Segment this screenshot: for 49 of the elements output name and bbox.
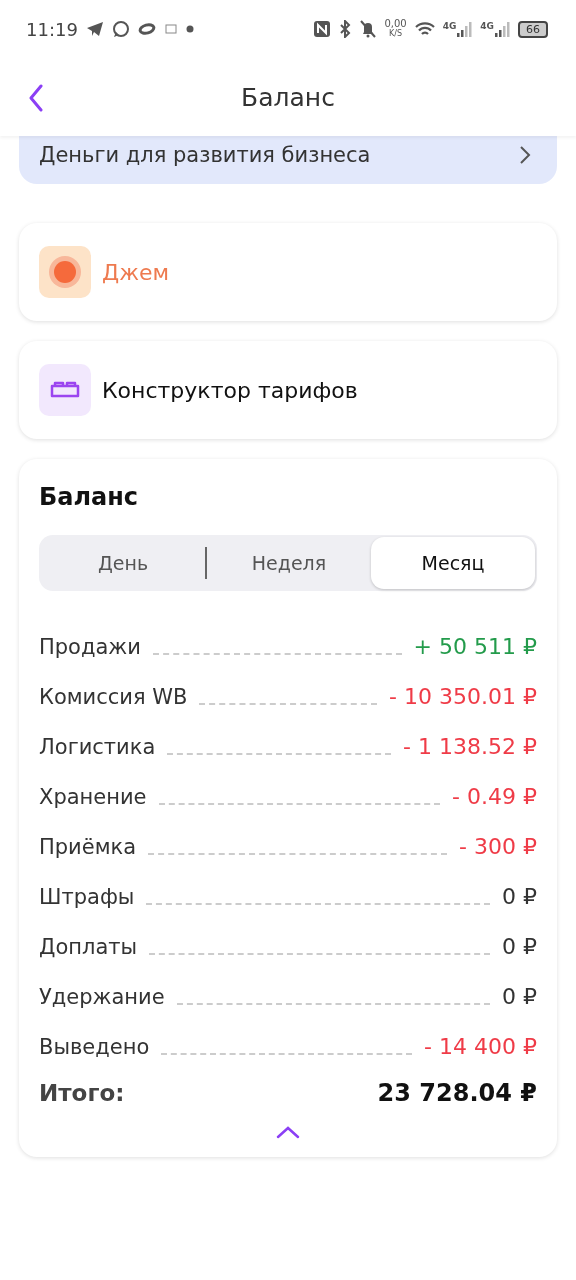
row-label: Хранение (39, 785, 147, 809)
signal-icon (456, 21, 473, 37)
row-label: Удержание (39, 985, 165, 1009)
row-value: - 14 400 ₽ (424, 1034, 537, 1059)
speed-value: 0,00 (384, 19, 407, 29)
chevron-up-icon (276, 1125, 300, 1139)
screen-title: Баланс (241, 82, 335, 112)
wifi-icon (414, 21, 435, 37)
period-tab[interactable]: Неделя (207, 537, 371, 589)
menu-card[interactable]: Конструктор тарифов (19, 341, 557, 439)
nfc-icon (314, 21, 331, 37)
dot-icon (185, 25, 194, 33)
row-value: - 300 ₽ (459, 834, 537, 859)
status-time: 11:19 (26, 18, 78, 40)
blocks-icon (39, 364, 91, 416)
signal-icon (494, 21, 510, 37)
row-label: Логистика (39, 735, 156, 759)
row-value: - 1 138.52 ₽ (403, 734, 537, 759)
period-tab[interactable]: Месяц (371, 537, 535, 589)
back-icon (28, 84, 44, 112)
ring-icon (137, 23, 156, 35)
row-value: 0 ₽ (502, 984, 537, 1009)
battery-level: 66 (518, 20, 548, 38)
row-value: - 0.49 ₽ (452, 784, 537, 809)
row-value: - 10 350.01 ₽ (389, 684, 537, 709)
row-label: Доплаты (39, 935, 138, 959)
balance-title: Баланс (39, 483, 140, 511)
row-label: Штрафы (39, 885, 135, 909)
banner-text: Деньги для развития бизнеса (39, 143, 371, 167)
row-label: Продажи (39, 635, 141, 659)
promo-banner[interactable]: Деньги для развития бизнеса (19, 134, 557, 184)
row-label: Выведено (39, 1035, 150, 1059)
row-label: Комиссия WB (39, 685, 188, 709)
row-label: Приёмка (39, 835, 137, 859)
network-type: 4G (442, 21, 457, 31)
speed-unit: K/S (389, 29, 403, 39)
card-label: Конструктор тарифов (102, 377, 358, 403)
card-label: Джем (102, 259, 170, 285)
bell-muted-icon (360, 20, 377, 38)
total-value: 23 728.04 ₽ (377, 1079, 537, 1107)
row-value: 0 ₽ (502, 934, 537, 959)
chevron-right-icon (519, 145, 531, 165)
total-label: Итого: (39, 1080, 125, 1106)
bluetooth-icon (338, 20, 353, 38)
concentric-circles-icon (39, 246, 91, 298)
network-type: 4G (480, 21, 494, 31)
row-value: + 50 511 ₽ (413, 634, 537, 659)
row-value: 0 ₽ (502, 884, 537, 909)
period-tab[interactable]: День (41, 537, 205, 589)
